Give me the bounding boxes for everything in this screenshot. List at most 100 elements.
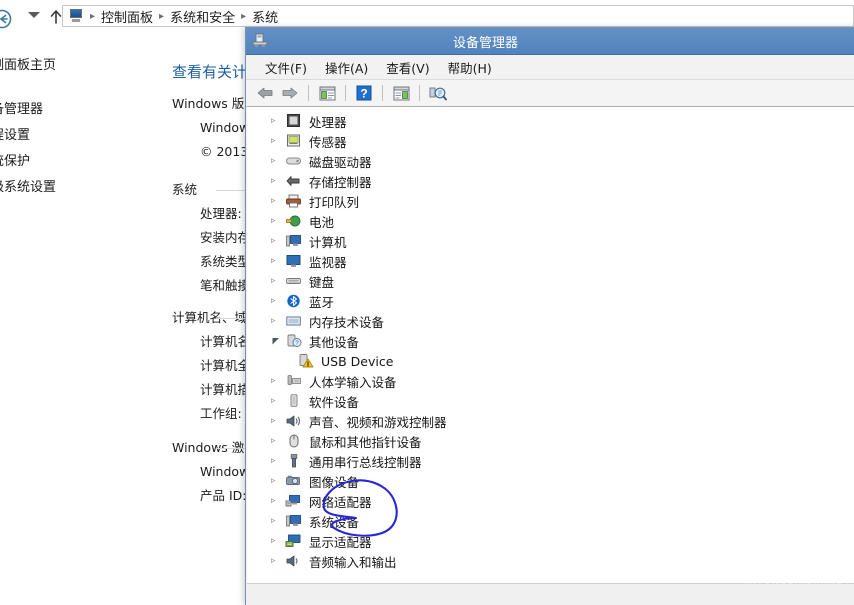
tree-item-label: 音频输入和输出 [308,552,397,571]
breadcrumb-system-security[interactable]: 系统和安全 [167,7,238,26]
toolbar-separator [382,85,383,101]
display-adapter-icon [285,533,303,549]
tree-item-label: 图像设备 [308,472,359,491]
device-manager-window[interactable]: 设备管理器 文件(F) 操作(A) 查看(V) 帮助(H) [245,27,854,605]
tree-item-label: 网络适配器 [308,492,372,511]
tree-item-imaging-devices[interactable]: ▹ 图像设备 [247,471,854,491]
device-tree: ▹ 处理器 ▹ [247,107,854,571]
chevron-right-icon[interactable]: ▹ [271,516,285,526]
scan-hardware-icon[interactable] [427,83,449,103]
tree-item-mice-and-pointing-devices[interactable]: ▹ 鼠标和其他指针设备 [247,431,854,451]
chevron-down-icon[interactable] [271,336,285,347]
audio-icon [285,413,303,429]
tree-item-display-adapters[interactable]: ▹ 显示适配器 [247,531,854,551]
chevron-right-icon[interactable]: ▹ [271,396,285,406]
chevron-right-icon[interactable]: ▹ [271,556,285,566]
chevron-right-icon[interactable]: ▹ [271,296,285,306]
tree-item-label: 电池 [308,212,334,231]
device-manager-titlebar[interactable]: 设备管理器 [246,28,854,55]
chevron-right-icon[interactable]: ▹ [271,476,285,486]
properties-icon[interactable] [316,83,338,103]
hid-icon [285,373,303,389]
chevron-right-icon[interactable]: ▹ [271,416,285,426]
mouse-icon [285,433,303,449]
chevron-right-icon[interactable]: ▹ [271,276,285,286]
chevron-right-icon[interactable]: ▹ [271,176,285,186]
chevron-right-icon[interactable]: ▹ [271,216,285,226]
address-bar[interactable]: ▸ 控制面板 ▸ 系统和安全 ▸ 系统 [62,5,854,27]
tree-item-sensors[interactable]: ▹ 传感器 [247,131,854,151]
back-circle-icon[interactable] [0,8,18,30]
tree-item-network-adapters[interactable]: ▹ 网络适配器 [247,491,854,511]
tree-item-sound-video-game-controllers[interactable]: ▹ 声音、视频和游戏控制器 [247,411,854,431]
tree-item-monitors[interactable]: ▹ 监视器 [247,251,854,271]
toolbar-separator [419,85,420,101]
forward-arrow-icon[interactable] [279,83,301,103]
tree-item-system-devices[interactable]: ▹ 系统设备 [247,511,854,531]
sidebar-item-home[interactable]: 控制面板主页 [0,46,150,79]
tree-item-bluetooth[interactable]: ▹ 蓝牙 [247,291,854,311]
tree-item-other-devices[interactable]: ? 其他设备 [247,331,854,351]
device-manager-statusbar [247,583,854,605]
tree-item-usb-controllers[interactable]: ▹ 通用串行总线控制器 [247,451,854,471]
tree-item-usb-device[interactable]: USB Device [247,351,854,371]
tree-item-keyboards[interactable]: ▹ 键盘 [247,271,854,291]
tree-item-hid[interactable]: ▹ 人体学输入设备 [247,371,854,391]
sidebar-item-system-protection[interactable]: 系统保护 [0,149,150,175]
tree-item-batteries[interactable]: ▹ 电池 [247,211,854,231]
menu-help[interactable]: 帮助(H) [439,56,501,79]
network-adapter-icon [285,493,303,509]
tree-item-label: 计算机 [308,232,347,251]
menu-file[interactable]: 文件(F) [256,56,316,79]
back-arrow-icon[interactable] [254,83,276,103]
other-devices-icon: ? [285,333,303,349]
chevron-right-icon[interactable]: ▹ [271,376,285,386]
breadcrumb-system[interactable]: 系统 [249,7,281,26]
menu-view[interactable]: 查看(V) [377,56,438,79]
tree-item-memory-technology-devices[interactable]: ▹ 内存技术设备 [247,311,854,331]
tree-item-software-devices[interactable]: ▹ 软件设备 [247,391,854,411]
breadcrumb-separator: ▸ [87,11,98,22]
sidebar-item-remote-settings[interactable]: 远程设置 [0,123,150,149]
help-icon[interactable]: ? [353,83,375,103]
tree-item-label: 显示适配器 [308,532,372,551]
show-hidden-icon[interactable] [390,83,412,103]
chevron-right-icon[interactable]: ▹ [271,236,285,246]
tree-item-print-queues[interactable]: ▹ 打印队列 [247,191,854,211]
chevron-right-icon[interactable]: ▹ [271,456,285,466]
chevron-right-icon[interactable]: ▹ [271,496,285,506]
tree-item-processors[interactable]: ▹ 处理器 [247,111,854,131]
sidebar-item-advanced-settings[interactable]: 高级系统设置 [0,175,150,201]
tree-item-computer[interactable]: ▹ 计算机 [247,231,854,251]
tree-item-label: 软件设备 [308,392,359,411]
tree-item-disk-drives[interactable]: ▹ 磁盘驱动器 [247,151,854,171]
unknown-device-warning-icon [297,353,315,369]
battery-icon [285,213,303,229]
menu-action[interactable]: 操作(A) [316,56,377,79]
tree-item-label: 监视器 [308,252,347,271]
tree-item-label: 人体学输入设备 [308,372,397,391]
chevron-right-icon[interactable]: ▹ [271,136,285,146]
device-tree-panel[interactable]: ▹ 处理器 ▹ [247,106,854,583]
tree-item-label: 内存技术设备 [308,312,384,331]
tree-item-label: 通用串行总线控制器 [308,452,422,471]
tree-item-label: 其他设备 [308,332,359,351]
tree-item-audio-inputs-and-outputs[interactable]: ▹ 音频输入和输出 [247,551,854,571]
tree-item-label: 蓝牙 [308,292,334,311]
control-panel-sidebar: 控制面板主页 设备管理器 远程设置 系统保护 高级系统设置 [0,46,150,201]
chevron-right-icon[interactable]: ▹ [271,436,285,446]
storage-controller-icon [285,173,303,189]
device-manager-menubar: 文件(F) 操作(A) 查看(V) 帮助(H) [246,55,854,80]
tree-item-storage-controllers[interactable]: ▹ 存储控制器 [247,171,854,191]
chevron-down-icon[interactable] [28,12,40,18]
chevron-right-icon[interactable]: ▹ [271,316,285,326]
chevron-right-icon[interactable]: ▹ [271,196,285,206]
chevron-right-icon[interactable]: ▹ [271,116,285,126]
sidebar-item-device-manager[interactable]: 设备管理器 [0,97,150,123]
chevron-right-icon[interactable]: ▹ [271,536,285,546]
chevron-right-icon[interactable]: ▹ [271,156,285,166]
tree-item-label: 声音、视频和游戏控制器 [308,412,447,431]
computer-icon [285,233,303,249]
chevron-right-icon[interactable]: ▹ [271,256,285,266]
breadcrumb-control-panel[interactable]: 控制面板 [98,7,156,26]
